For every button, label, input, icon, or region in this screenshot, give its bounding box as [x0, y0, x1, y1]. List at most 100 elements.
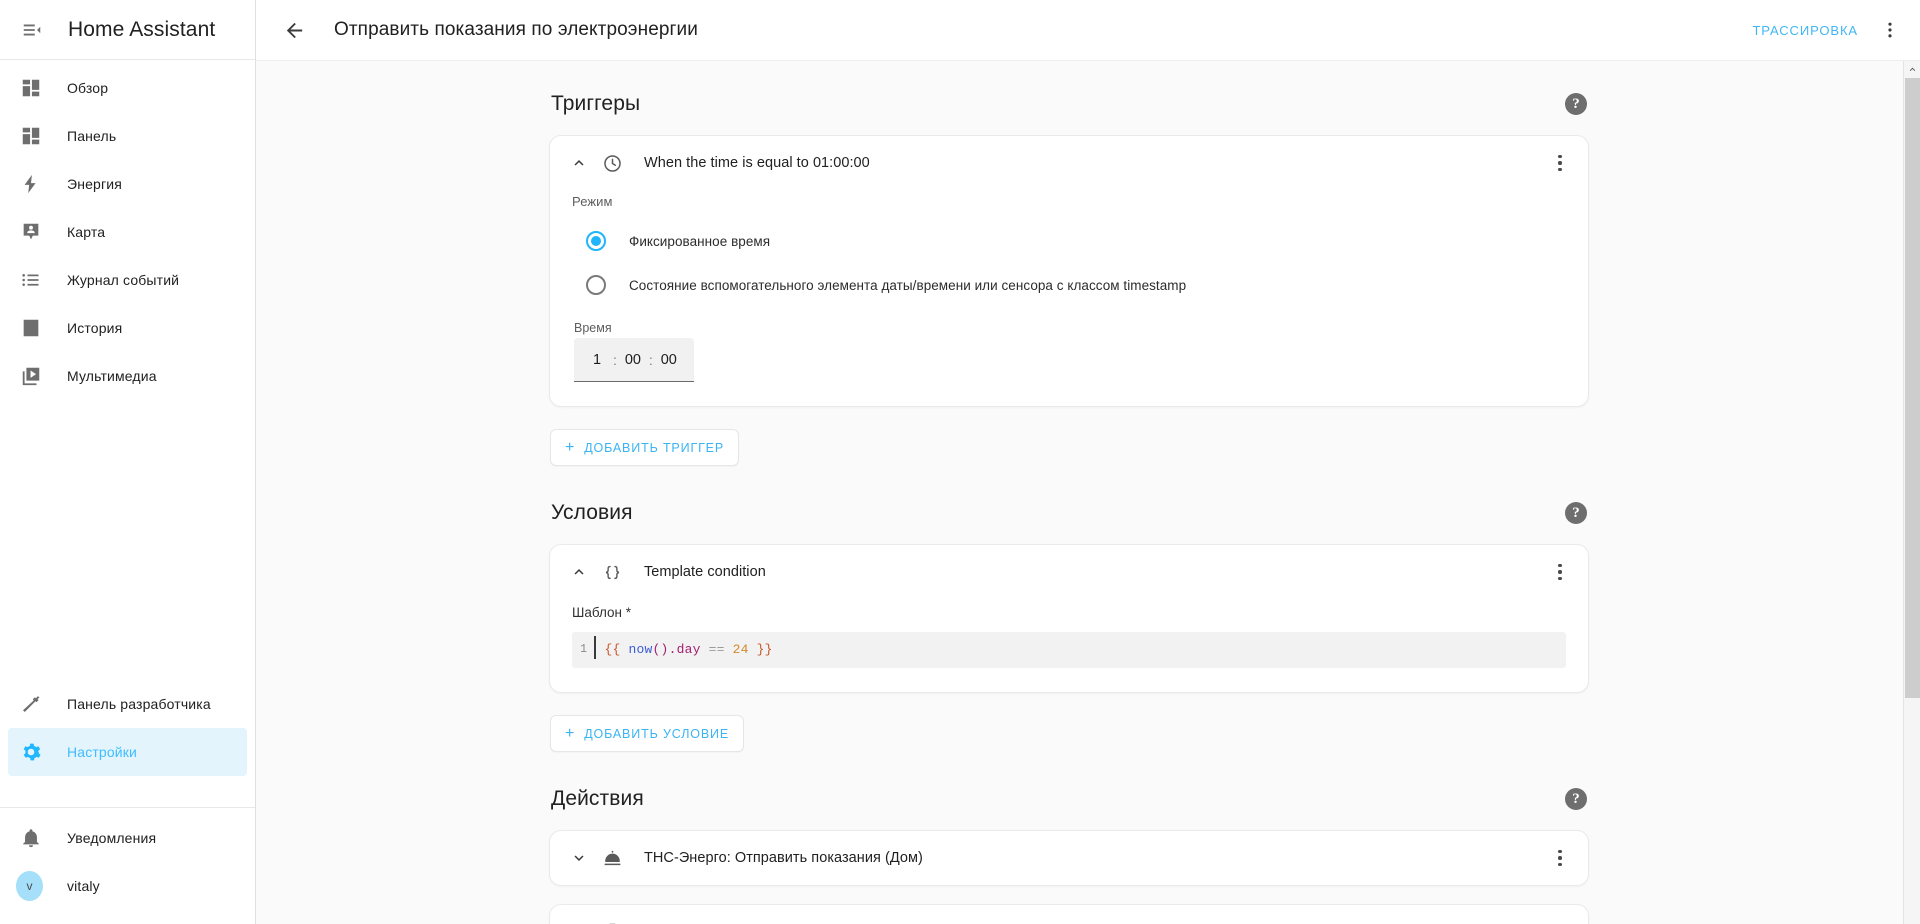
radio-fixed-time[interactable]: Фиксированное время: [572, 219, 1566, 263]
plus-icon: +: [565, 724, 576, 742]
template-code-editor[interactable]: 1 {{ now().day == 24 }}: [572, 632, 1566, 668]
add-condition-label: ДОБАВИТЬ УСЛОВИЕ: [584, 726, 730, 741]
dots-vertical-icon[interactable]: [1542, 914, 1578, 924]
trigger-card: When the time is equal to 01:00:00 Режим…: [549, 135, 1589, 407]
action-card-header[interactable]: ТНС-Энерго: Отправить показания (Дом): [550, 831, 1588, 885]
sidebar-item-label: Настройки: [67, 744, 137, 760]
time-separator: :: [613, 351, 617, 368]
chevron-up-icon[interactable]: [562, 555, 596, 589]
app-root: Home Assistant Обзор Панель Энергия Карт…: [0, 0, 1920, 924]
code-braces-icon: [600, 560, 624, 584]
sidebar-item-map[interactable]: Карта: [8, 208, 247, 256]
mode-label: Режим: [572, 194, 613, 209]
dots-vertical-icon[interactable]: [1542, 145, 1578, 181]
radio-button-unselected[interactable]: [586, 275, 606, 295]
trigger-card-header[interactable]: When the time is equal to 01:00:00: [550, 136, 1588, 190]
template-field-label: Шаблон *: [572, 605, 632, 620]
timer-outline-icon: [600, 920, 624, 924]
sidebar-item-notifications[interactable]: Уведомления: [8, 814, 247, 862]
bell-icon: [19, 826, 43, 850]
add-trigger-button[interactable]: + ДОБАВИТЬ ТРИГГЕР: [550, 429, 740, 466]
lightning-bolt-icon: [19, 172, 43, 196]
vertical-scrollbar[interactable]: [1903, 61, 1920, 924]
page-title: Отправить показания по электроэнергии: [334, 19, 698, 40]
time-input-block: Время 1 : 00 : 00: [572, 321, 1566, 382]
radio-label: Состояние вспомогательного элемента даты…: [629, 277, 1187, 293]
action-card: Delay for 1:00: [549, 904, 1589, 924]
dots-vertical-icon[interactable]: [1868, 8, 1912, 52]
time-input[interactable]: 1 : 00 : 00: [574, 338, 694, 382]
top-app-bar: Отправить показания по электроэнергии ТР…: [256, 0, 1920, 60]
cog-icon: [19, 740, 43, 764]
add-trigger-label: ДОБАВИТЬ ТРИГГЕР: [584, 440, 725, 455]
add-condition-button[interactable]: + ДОБАВИТЬ УСЛОВИЕ: [550, 715, 745, 752]
time-seconds[interactable]: 00: [660, 352, 678, 368]
conditions-section-header: Условия ?: [549, 496, 1589, 530]
sidebar-item-label: Мультимедиа: [67, 368, 157, 384]
section-title: Действия: [551, 787, 644, 810]
chart-box-icon: [19, 316, 43, 340]
sidebar-item-label: Энергия: [67, 176, 122, 192]
condition-card-body: Шаблон * 1 {{ now().day == 24 }}: [550, 605, 1588, 692]
sidebar-item-settings[interactable]: Настройки: [8, 728, 247, 776]
radio-label: Фиксированное время: [629, 233, 771, 249]
sidebar-item-user[interactable]: v vitaly: [8, 862, 247, 910]
condition-card-header[interactable]: Template condition: [550, 545, 1588, 599]
chevron-down-icon[interactable]: [562, 915, 596, 924]
trigger-card-label: When the time is equal to 01:00:00: [644, 155, 870, 171]
action-card: ТНС-Энерго: Отправить показания (Дом): [549, 830, 1589, 886]
sidebar-item-label: Уведомления: [67, 830, 157, 846]
hammer-icon: [19, 692, 43, 716]
code-line: 1 {{ now().day == 24 }}: [572, 638, 1566, 660]
sidebar-item-media[interactable]: Мультимедиа: [8, 352, 247, 400]
arrow-left-icon[interactable]: [272, 8, 316, 52]
room-service-icon: [600, 846, 624, 870]
sidebar-item-label: Журнал событий: [67, 272, 180, 288]
format-list-bulleted-icon: [19, 268, 43, 292]
section-title: Условия: [551, 501, 633, 524]
action-card-label: ТНС-Энерго: Отправить показания (Дом): [644, 850, 923, 866]
dots-vertical-icon[interactable]: [1542, 554, 1578, 590]
sidebar-item-panel[interactable]: Панель: [8, 112, 247, 160]
chevron-up-icon[interactable]: [1904, 61, 1920, 78]
avatar: v: [16, 871, 43, 901]
main-area: Отправить показания по электроэнергии ТР…: [256, 0, 1920, 924]
dots-vertical-icon[interactable]: [1542, 840, 1578, 876]
sidebar: Home Assistant Обзор Панель Энергия Карт…: [0, 0, 256, 924]
sidebar-item-history[interactable]: История: [8, 304, 247, 352]
actions-section-header: Действия ?: [549, 782, 1589, 816]
chevron-up-icon[interactable]: [562, 146, 596, 180]
content-scroll-region[interactable]: Триггеры ? When the time is equal to 01:…: [256, 60, 1920, 924]
sidebar-nav: Обзор Панель Энергия Карта Журнал событи…: [0, 60, 255, 807]
sidebar-item-label: Обзор: [67, 80, 109, 96]
menu-collapse-icon[interactable]: [10, 8, 54, 52]
triggers-section-header: Триггеры ?: [549, 87, 1589, 121]
sidebar-item-energy[interactable]: Энергия: [8, 160, 247, 208]
time-minutes[interactable]: 00: [624, 352, 642, 368]
map-marker-icon: [19, 220, 43, 244]
trace-button[interactable]: ТРАССИРОВКА: [1742, 14, 1868, 47]
radio-button-selected[interactable]: [586, 231, 606, 251]
radio-entity-state[interactable]: Состояние вспомогательного элемента даты…: [572, 263, 1566, 307]
chevron-down-icon[interactable]: [562, 841, 596, 875]
time-caption: Время: [574, 321, 612, 335]
scrollbar-thumb[interactable]: [1905, 78, 1920, 698]
help-circle-icon[interactable]: ?: [1565, 502, 1587, 524]
sidebar-item-label: Карта: [67, 224, 106, 240]
help-circle-icon[interactable]: ?: [1565, 788, 1587, 810]
code-line-number: 1: [580, 642, 587, 656]
action-card-header[interactable]: Delay for 1:00: [550, 905, 1588, 924]
sidebar-brand: Home Assistant: [68, 17, 216, 41]
sidebar-item-overview[interactable]: Обзор: [8, 64, 247, 112]
view-dashboard-icon: [19, 76, 43, 100]
code-content[interactable]: {{ now().day == 24 }}: [596, 642, 773, 657]
help-circle-icon[interactable]: ?: [1565, 93, 1587, 115]
condition-card: Template condition Шаблон * 1 {{now().d…: [549, 544, 1589, 693]
condition-card-label: Template condition: [644, 564, 766, 580]
time-hours[interactable]: 1: [588, 352, 606, 368]
time-separator: :: [648, 351, 653, 368]
sidebar-item-developer-tools[interactable]: Панель разработчика: [8, 680, 247, 728]
sidebar-item-logbook[interactable]: Журнал событий: [8, 256, 247, 304]
clock-outline-icon: [600, 151, 624, 175]
